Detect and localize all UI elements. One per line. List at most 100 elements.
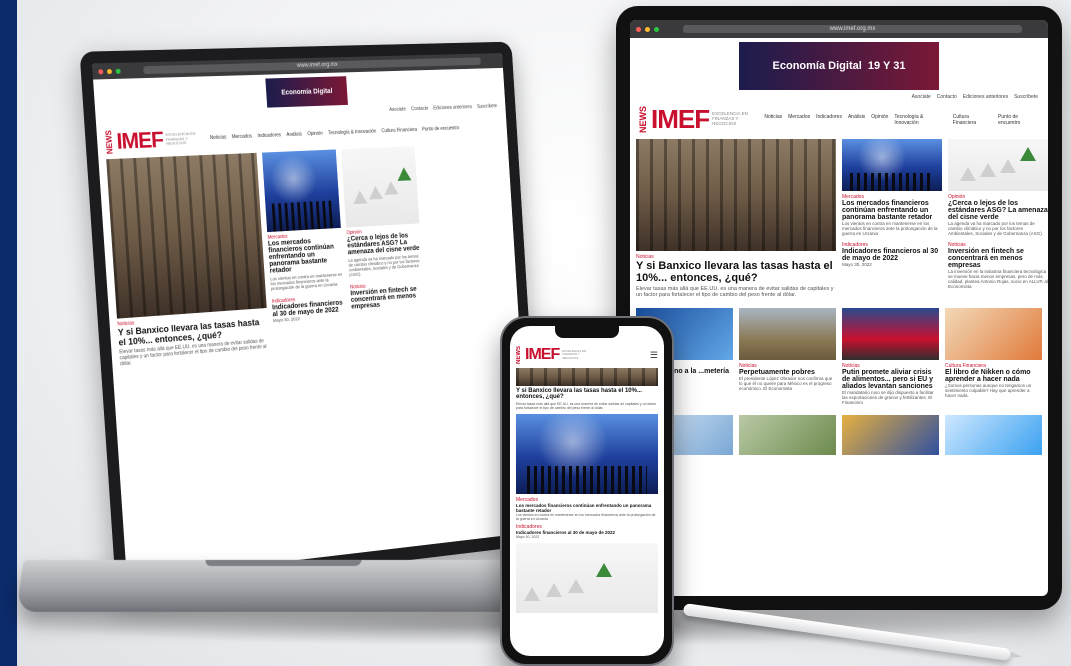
- banner-title: Economía: [772, 60, 826, 72]
- article-thumbnail[interactable]: [739, 415, 836, 455]
- crane-photo[interactable]: [948, 139, 1048, 191]
- menu-icon[interactable]: ☰: [650, 350, 658, 361]
- article-title[interactable]: Perpetuamente pobres: [739, 369, 836, 376]
- address-bar[interactable]: www.imef.org.mx: [143, 57, 481, 75]
- article-title[interactable]: Putin promete aliviar crisis de alimento…: [842, 369, 939, 390]
- maximize-icon[interactable]: [654, 26, 659, 32]
- article-putin[interactable]: Noticias Putin promete aliviar crisis de…: [842, 308, 939, 405]
- ad-banner[interactable]: Economía Digital: [265, 76, 348, 108]
- nav-tecnologia[interactable]: Tecnología & Innovación: [328, 129, 376, 137]
- article-banxico[interactable]: Noticias Y si Banxico llevara las tasas …: [106, 152, 270, 367]
- building-photo[interactable]: [106, 152, 267, 319]
- article-mercados[interactable]: Mercados Los mercados financieros contin…: [261, 149, 345, 291]
- article-indicadores[interactable]: Indicadores Indicadores financieros al 3…: [272, 294, 347, 323]
- article-title[interactable]: Los mercados financieros continúan enfre…: [842, 200, 942, 221]
- nav-punto[interactable]: Punto de encuentro: [422, 125, 460, 132]
- top-nav-ediciones[interactable]: Ediciones anteriores: [963, 94, 1008, 100]
- article-thumbnail[interactable]: [739, 308, 836, 360]
- tablet-featured-row: Noticias Y si Banxico llevara las tasas …: [630, 135, 1048, 302]
- top-nav: Asociate Contacto Ediciones anteriores S…: [630, 94, 1048, 100]
- article-date: Mayo 30, 2022: [842, 262, 872, 267]
- finance-photo[interactable]: [261, 149, 341, 233]
- paper-crane: [960, 167, 976, 181]
- top-nav-asociate[interactable]: Asociate: [389, 107, 406, 113]
- article-asg[interactable]: Opinión ¿Cerca o lejos de los estándares…: [341, 146, 422, 277]
- article-thumbnail[interactable]: [842, 308, 939, 360]
- nav-punto[interactable]: Punto de encuentro: [998, 114, 1040, 126]
- nav-cultura[interactable]: Cultura Financiera: [381, 127, 417, 134]
- tablet: www.imef.org.mx Economía Digital 19 Y 31…: [616, 6, 1062, 610]
- article-title[interactable]: Los mercados financieros continúan enfre…: [268, 236, 344, 274]
- nav-indicadores[interactable]: Indicadores: [257, 132, 281, 139]
- smartphone: NEWS IMEF EXCELENCIA EN FINANZAS Y NEGOC…: [500, 316, 674, 666]
- article-title[interactable]: Indicadores financieros al 30 de mayo de…: [842, 248, 942, 262]
- brand-side-band: [0, 0, 17, 666]
- maximize-icon[interactable]: [115, 68, 121, 74]
- article-title[interactable]: Inversión en fintech se concentrará en m…: [948, 248, 1048, 269]
- minimize-icon[interactable]: [106, 68, 113, 74]
- green-paper-crane: [596, 563, 612, 577]
- crane-photo[interactable]: [341, 146, 420, 228]
- article-excerpt: La agenda va ha marcado por los temas de…: [948, 221, 1044, 236]
- top-nav-ediciones[interactable]: Ediciones anteriores: [433, 104, 472, 111]
- paper-crane: [1000, 159, 1016, 173]
- article-thumbnail[interactable]: [945, 308, 1042, 360]
- article-title[interactable]: Los mercados financieros continúan enfre…: [510, 503, 664, 513]
- article-thumbnail[interactable]: [842, 415, 939, 455]
- laptop-browser-bar: www.imef.org.mx: [91, 53, 503, 80]
- phone-screen: NEWS IMEF EXCELENCIA EN FINANZAS Y NEGOC…: [510, 326, 664, 656]
- article-banxico[interactable]: Noticias Y si Banxico llevara las tasas …: [636, 139, 836, 298]
- article-title[interactable]: Y si Banxico llevara las tasas hasta el …: [510, 386, 664, 402]
- nav-indicadores[interactable]: Indicadores: [816, 114, 842, 126]
- article-title[interactable]: El libro de Nikken o cómo aprender a hac…: [945, 369, 1042, 383]
- nav-mercados[interactable]: Mercados: [788, 114, 810, 126]
- nav-opinion[interactable]: Opinión: [307, 131, 323, 137]
- nav-opinion[interactable]: Opinión: [871, 114, 888, 126]
- green-paper-crane: [396, 167, 412, 181]
- nav-noticias[interactable]: Noticias: [764, 114, 782, 126]
- article-date: Mayo 30, 2022: [516, 535, 540, 539]
- finance-photo[interactable]: [842, 139, 942, 191]
- close-icon[interactable]: [636, 26, 641, 32]
- nav-mercados[interactable]: Mercados: [232, 134, 253, 141]
- nav-analisis[interactable]: Análisis: [848, 114, 865, 126]
- article-mercados-col: Mercados Los mercados financieros contin…: [842, 139, 942, 298]
- nav-analisis[interactable]: Análisis: [286, 132, 302, 138]
- ad-banner[interactable]: Economía Digital 19 Y 31: [739, 42, 939, 90]
- article-pobres[interactable]: Noticias Perpetuamente pobres El preside…: [739, 308, 836, 405]
- building-photo[interactable]: [636, 139, 836, 251]
- article-title[interactable]: Inversión en fintech se concentrará en m…: [350, 285, 424, 311]
- logo[interactable]: IMEF: [116, 127, 164, 155]
- paper-crane: [568, 579, 584, 593]
- logo[interactable]: IMEF: [525, 346, 560, 364]
- article-title[interactable]: Y si Banxico llevara las tasas hasta el …: [636, 260, 836, 284]
- article-thumbnail[interactable]: [945, 415, 1042, 455]
- article-title[interactable]: ¿Cerca o lejos de los estándares ASG? La…: [948, 200, 1048, 221]
- crane-photo[interactable]: [516, 543, 658, 613]
- nav-tecnologia[interactable]: Tecnología & Innovación: [894, 114, 946, 126]
- close-icon[interactable]: [98, 68, 104, 74]
- address-bar[interactable]: www.imef.org.mx: [683, 25, 1022, 33]
- top-nav-suscribete[interactable]: Suscríbete: [477, 103, 497, 109]
- nav-cultura[interactable]: Cultura Financiera: [953, 114, 992, 126]
- article-excerpt: La agenda va ha marcado por los temas de…: [348, 253, 420, 278]
- top-nav-contacto[interactable]: Contacto: [937, 94, 957, 100]
- top-nav-suscribete[interactable]: Suscríbete: [1014, 94, 1038, 100]
- top-nav-contacto[interactable]: Contacto: [411, 106, 429, 112]
- article-nikken[interactable]: Cultura Financiera El libro de Nikken o …: [945, 308, 1042, 405]
- tablet-browser-bar: www.imef.org.mx: [630, 20, 1048, 38]
- article-title[interactable]: ¿Cerca o lejos de los estándares ASG? La…: [347, 232, 422, 257]
- site-header: NEWS IMEF EXCELENCIA EN FINANZAS Y NEGOC…: [630, 104, 1048, 135]
- minimize-icon[interactable]: [645, 26, 650, 32]
- paper-crane: [980, 163, 996, 177]
- article-excerpt: El mandatario ruso se dijo dispuesto a f…: [842, 390, 934, 405]
- logo[interactable]: IMEF: [651, 104, 710, 135]
- finance-photo[interactable]: [516, 414, 658, 494]
- banner-dates: 19 Y 31: [867, 60, 906, 72]
- nav-noticias[interactable]: Noticias: [210, 135, 227, 142]
- article-fintech[interactable]: Noticias Inversión en fintech se concent…: [350, 280, 425, 311]
- building-photo[interactable]: [516, 368, 658, 386]
- top-nav-asociate[interactable]: Asociate: [912, 94, 931, 100]
- laptop-lid: www.imef.org.mx Economía Digital Asociat…: [79, 41, 543, 596]
- laptop-base: [16, 560, 544, 612]
